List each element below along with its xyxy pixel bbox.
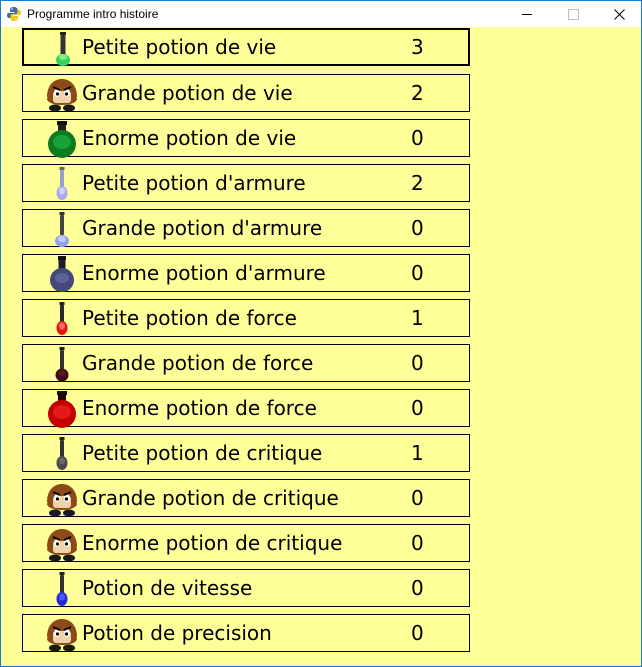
item-count: 1 bbox=[411, 441, 424, 465]
inventory-item[interactable]: Enorme potion de vie 0 bbox=[22, 119, 470, 158]
item-count: 3 bbox=[411, 35, 424, 59]
inventory-item[interactable]: Enorme potion de critique 0 bbox=[22, 524, 470, 562]
app-window: Programme intro histoire Petite potion d… bbox=[0, 0, 642, 667]
item-label: Grande potion de vie bbox=[82, 81, 293, 105]
goomba-icon bbox=[47, 79, 77, 112]
inventory-item[interactable]: Petite potion de vie 3 bbox=[22, 28, 470, 66]
inventory-item[interactable]: Grande potion de vie 2 bbox=[22, 74, 470, 112]
potion-huge-green-icon bbox=[48, 121, 76, 158]
inventory-item[interactable]: Grande potion de force 0 bbox=[22, 344, 470, 382]
potion-huge-navy-icon bbox=[50, 256, 74, 292]
goomba-icon bbox=[47, 484, 77, 517]
item-label: Potion de precision bbox=[82, 621, 272, 645]
item-label: Grande potion d'armure bbox=[82, 216, 323, 240]
item-label: Enorme potion de vie bbox=[82, 126, 297, 150]
minimize-icon bbox=[522, 13, 532, 15]
item-label: Potion de vitesse bbox=[82, 576, 253, 600]
item-label: Petite potion de vie bbox=[82, 35, 277, 59]
inventory-item[interactable]: Enorme potion d'armure 0 bbox=[22, 254, 470, 292]
item-count: 0 bbox=[411, 396, 424, 420]
potion-small-green-icon bbox=[56, 32, 70, 66]
minimize-button[interactable] bbox=[505, 1, 549, 27]
maximize-button[interactable] bbox=[551, 1, 595, 27]
item-label: Grande potion de critique bbox=[82, 486, 339, 510]
potion-small-red-icon bbox=[56, 302, 68, 335]
inventory-item[interactable]: Potion de precision 0 bbox=[22, 614, 470, 652]
inventory-item[interactable]: Grande potion d'armure 0 bbox=[22, 209, 470, 247]
item-count: 1 bbox=[411, 306, 424, 330]
item-count: 0 bbox=[411, 351, 424, 375]
goomba-icon bbox=[47, 619, 77, 652]
item-count: 0 bbox=[411, 126, 424, 150]
item-count: 0 bbox=[411, 261, 424, 285]
inventory-item[interactable]: Enorme potion de force 0 bbox=[22, 389, 470, 428]
potion-small-lavender-icon bbox=[56, 167, 68, 200]
item-label: Petite potion de force bbox=[82, 306, 297, 330]
item-count: 2 bbox=[411, 81, 424, 105]
python-icon bbox=[7, 7, 21, 21]
item-label: Enorme potion de critique bbox=[82, 531, 343, 555]
inventory-item[interactable]: Petite potion de critique 1 bbox=[22, 434, 470, 472]
item-count: 0 bbox=[411, 531, 424, 555]
goomba-icon bbox=[47, 529, 77, 562]
potion-small-gray-icon bbox=[56, 437, 68, 470]
title-bar[interactable]: Programme intro histoire bbox=[1, 1, 641, 27]
item-count: 0 bbox=[411, 486, 424, 510]
maximize-icon bbox=[567, 8, 579, 20]
item-label: Petite potion d'armure bbox=[82, 171, 306, 195]
item-label: Petite potion de critique bbox=[82, 441, 323, 465]
item-count: 0 bbox=[411, 621, 424, 645]
inventory-item[interactable]: Petite potion de force 1 bbox=[22, 299, 470, 337]
close-icon bbox=[613, 8, 625, 20]
window-title: Programme intro histoire bbox=[27, 7, 159, 21]
item-count: 2 bbox=[411, 171, 424, 195]
item-count: 0 bbox=[411, 576, 424, 600]
potion-large-darkred-icon bbox=[55, 347, 69, 382]
potion-huge-red-icon bbox=[48, 391, 76, 428]
inventory-item[interactable]: Petite potion d'armure 2 bbox=[22, 164, 470, 202]
item-label: Enorme potion de force bbox=[82, 396, 317, 420]
item-label: Grande potion de force bbox=[82, 351, 314, 375]
inventory-item[interactable]: Grande potion de critique 0 bbox=[22, 479, 470, 517]
close-button[interactable] bbox=[597, 1, 641, 27]
inventory-item[interactable]: Potion de vitesse 0 bbox=[22, 569, 470, 607]
inventory-panel: Petite potion de vie 3 Grande potion de … bbox=[1, 27, 641, 666]
item-label: Enorme potion d'armure bbox=[82, 261, 326, 285]
potion-small-blue-icon bbox=[56, 572, 68, 606]
item-count: 0 bbox=[411, 216, 424, 240]
potion-large-blue-icon bbox=[55, 212, 69, 247]
